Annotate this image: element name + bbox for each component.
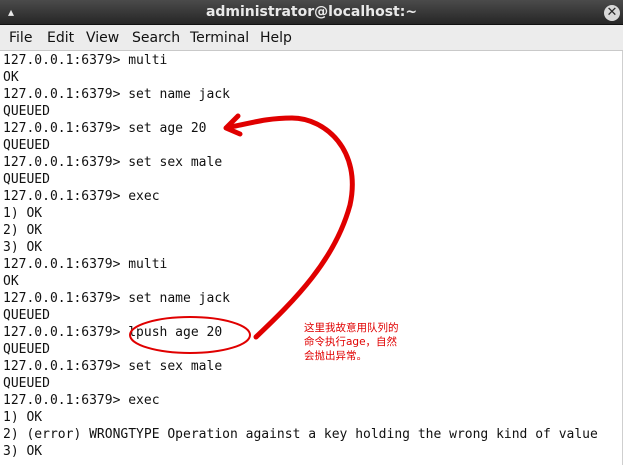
annotation-overlay: [129, 113, 355, 354]
annotation-note: 这里我故意用队列的 命令执行age，自然 会抛出异常。: [304, 321, 424, 363]
annotation-note-line: 会抛出异常。: [304, 350, 367, 362]
highlight-ellipse: [129, 316, 251, 354]
annotation-curve-arrow: [227, 115, 355, 340]
annotation-note-line: 命令执行age，自然: [304, 336, 398, 348]
annotation-note-line: 这里我故意用队列的: [304, 322, 399, 334]
terminal-window: ▴ administrator@localhost:~ ✕ File Edit …: [0, 0, 623, 465]
